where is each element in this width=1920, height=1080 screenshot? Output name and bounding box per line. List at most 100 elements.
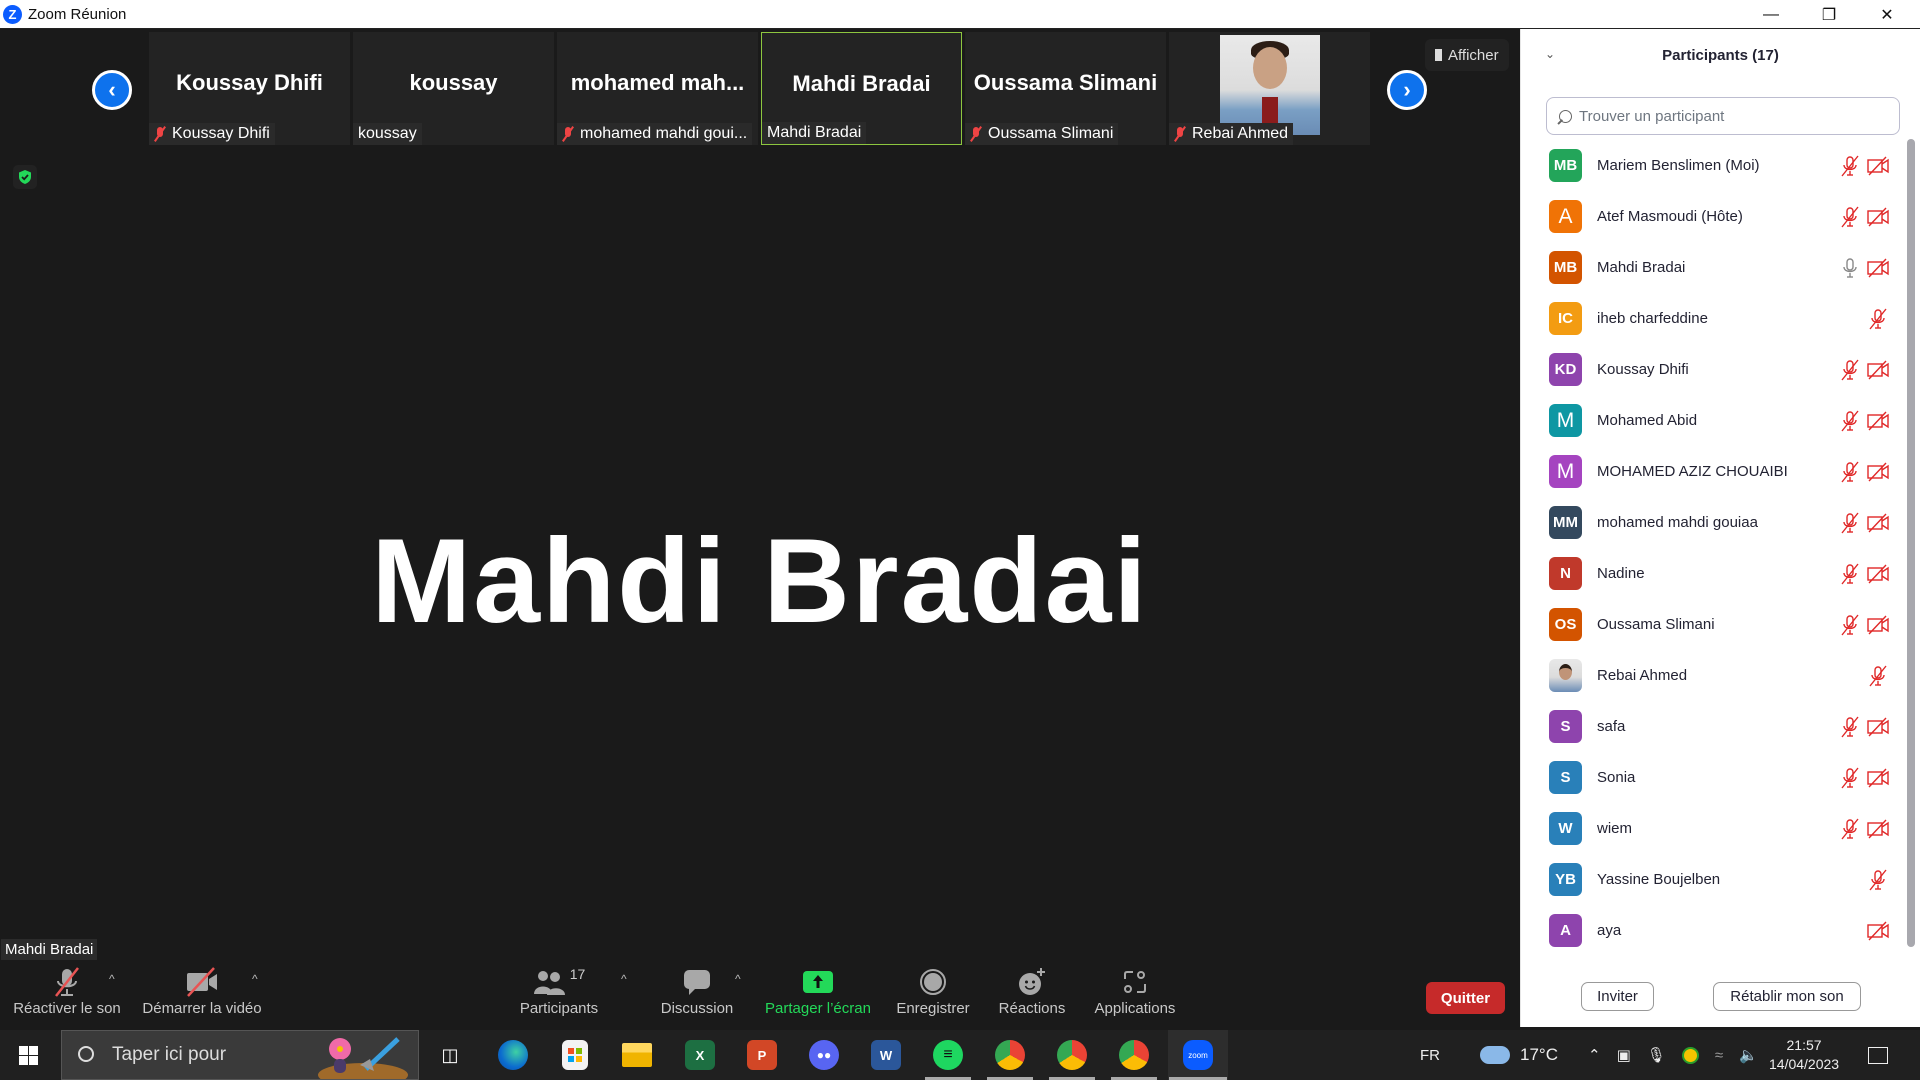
video-off-icon <box>1867 410 1889 432</box>
share-screen-button[interactable]: Partager l’écran <box>760 964 876 1017</box>
video-off-icon <box>1867 206 1889 228</box>
record-button[interactable]: Enregistrer <box>892 964 974 1017</box>
chat-options-caret[interactable]: ^ <box>735 972 741 986</box>
start-video-button[interactable]: Démarrer la vidéo <box>140 964 264 1017</box>
view-button[interactable]: Afficher <box>1425 39 1509 71</box>
microphone-in-use-icon[interactable]: 🎙 <box>1647 1046 1666 1064</box>
apps-icon <box>1122 964 1148 1000</box>
participant-name: Atef Masmoudi (Hôte) <box>1597 208 1743 225</box>
participant-video <box>1220 35 1320 135</box>
participant-row[interactable]: Wwiem <box>1521 803 1911 854</box>
clock[interactable]: 21:57 14/04/2023 <box>1769 1030 1839 1080</box>
close-button[interactable]: ✕ <box>1858 0 1916 29</box>
next-page-button[interactable]: › <box>1387 70 1427 110</box>
participant-row[interactable]: S Sonia <box>1521 752 1911 803</box>
participant-thumbnail[interactable]: mohamed mah... mohamed mahdi goui... <box>557 32 758 145</box>
participant-row[interactable]: IC iheb charfeddine <box>1521 293 1911 344</box>
participant-thumbnail[interactable]: Oussama Slimani Oussama Slimani <box>965 32 1166 145</box>
video-off-icon <box>1867 818 1889 840</box>
video-off-icon <box>1867 614 1889 636</box>
invite-button[interactable]: Inviter <box>1581 982 1654 1011</box>
audio-options-caret[interactable]: ^ <box>109 972 115 986</box>
file-explorer-icon[interactable] <box>613 1030 661 1080</box>
video-options-caret[interactable]: ^ <box>252 972 258 986</box>
video-off-icon <box>1867 767 1889 789</box>
participant-row[interactable]: MB Mariem Benslimen (Moi) <box>1521 140 1911 191</box>
chrome-icon[interactable] <box>986 1030 1034 1080</box>
volume-icon[interactable]: 🔈 <box>1739 1046 1758 1064</box>
participant-row[interactable]: Ssafa <box>1521 701 1911 752</box>
excel-icon[interactable]: X <box>676 1030 724 1080</box>
update-icon[interactable] <box>1681 1046 1699 1064</box>
video-off-icon <box>1867 563 1889 585</box>
participant-thumbnail[interactable]: koussay koussay <box>353 32 554 145</box>
video-off-icon <box>1867 512 1889 534</box>
participant-row[interactable]: OS Oussama Slimani <box>1521 599 1911 650</box>
participant-row[interactable]: N Nadine <box>1521 548 1911 599</box>
video-stage: ‹ Koussay Dhifi Koussay Dhifi koussay ko… <box>0 29 1520 1027</box>
avatar: M <box>1549 404 1582 437</box>
chrome-profile-m-icon[interactable] <box>1048 1030 1096 1080</box>
mic-muted-icon <box>1839 563 1861 585</box>
participants-panel: ⌄ Participants (17) Trouver un participa… <box>1520 29 1920 1027</box>
participants-scrollbar[interactable] <box>1907 139 1915 947</box>
participant-name: Sonia <box>1597 769 1636 786</box>
camera-in-use-icon[interactable]: ▣ <box>1617 1046 1631 1064</box>
chat-icon <box>682 964 712 1000</box>
taskbar-search-input[interactable]: Taper ici pour <box>61 1030 419 1080</box>
participant-row[interactable]: KD Koussay Dhifi <box>1521 344 1911 395</box>
participant-thumbnail-video[interactable]: Rebai Ahmed <box>1169 32 1370 145</box>
zoom-app-icon[interactable]: zoom <box>1168 1030 1228 1080</box>
participants-button[interactable]: 17 Participants <box>514 964 604 1017</box>
notifications-icon[interactable] <box>1868 1030 1888 1080</box>
participant-row[interactable]: MM mohamed mahdi gouiaa <box>1521 497 1911 548</box>
chat-button[interactable]: Discussion <box>656 964 738 1017</box>
participant-row[interactable]: YB Yassine Boujelben <box>1521 854 1911 905</box>
participant-row[interactable]: M Mohamed Abid <box>1521 395 1911 446</box>
minimize-button[interactable]: — <box>1742 0 1800 29</box>
previous-page-button[interactable]: ‹ <box>92 70 132 110</box>
record-icon <box>919 964 947 1000</box>
show-hidden-icons-icon[interactable]: ⌃ <box>1588 1046 1601 1064</box>
participant-row[interactable]: MB Mahdi Bradai <box>1521 242 1911 293</box>
participant-thumbnail[interactable]: Koussay Dhifi Koussay Dhifi <box>149 32 350 145</box>
chrome-profile-b-icon[interactable] <box>1110 1030 1158 1080</box>
security-shield-icon[interactable] <box>13 165 37 189</box>
search-highlight-illustration <box>318 1037 408 1079</box>
windows-start-icon[interactable] <box>19 1046 38 1065</box>
discord-icon[interactable]: ●● <box>800 1030 848 1080</box>
participant-name: safa <box>1597 718 1626 735</box>
video-off-icon <box>1867 461 1889 483</box>
wifi-icon[interactable]: ≈ <box>1715 1047 1723 1064</box>
record-label: Enregistrer <box>896 1000 970 1017</box>
spotify-icon[interactable]: ≡ <box>924 1030 972 1080</box>
reclaim-audio-button[interactable]: Rétablir mon son <box>1713 982 1861 1011</box>
reactions-button[interactable]: Réactions <box>996 964 1068 1017</box>
participant-name: Mahdi Bradai <box>1597 259 1686 276</box>
participant-row[interactable]: Aaya <box>1521 905 1911 956</box>
thumbnail-name: mohamed mah... <box>570 70 745 95</box>
apps-button[interactable]: Applications <box>1090 964 1180 1017</box>
participant-search-input[interactable]: Trouver un participant <box>1546 97 1900 135</box>
video-off-icon <box>1867 920 1889 942</box>
participant-row[interactable]: A Atef Masmoudi (Hôte) <box>1521 191 1911 242</box>
participant-row[interactable]: Rebai Ahmed <box>1521 650 1911 701</box>
microsoft-store-icon[interactable] <box>551 1030 599 1080</box>
mic-muted-icon <box>51 964 83 1000</box>
avatar: A <box>1549 200 1582 233</box>
chat-label: Discussion <box>660 1000 734 1017</box>
restore-button[interactable]: ❐ <box>1800 0 1858 29</box>
word-icon[interactable]: W <box>862 1030 910 1080</box>
language-indicator[interactable]: FR <box>1420 1030 1440 1080</box>
avatar: W <box>1549 812 1582 845</box>
participant-thumbnail-active[interactable]: Mahdi Bradai Mahdi Bradai <box>761 32 962 145</box>
participants-icon: 17 <box>533 964 585 1000</box>
participant-row[interactable]: M MOHAMED AZIZ CHOUAIBI <box>1521 446 1911 497</box>
task-view-icon[interactable]: ◫ <box>426 1030 474 1080</box>
edge-icon[interactable] <box>489 1030 537 1080</box>
unmute-button[interactable]: Réactiver le son <box>12 964 122 1017</box>
powerpoint-icon[interactable]: P <box>738 1030 786 1080</box>
leave-button[interactable]: Quitter <box>1426 982 1505 1014</box>
participants-options-caret[interactable]: ^ <box>621 972 627 986</box>
weather-widget[interactable]: 17°C <box>1480 1030 1558 1080</box>
